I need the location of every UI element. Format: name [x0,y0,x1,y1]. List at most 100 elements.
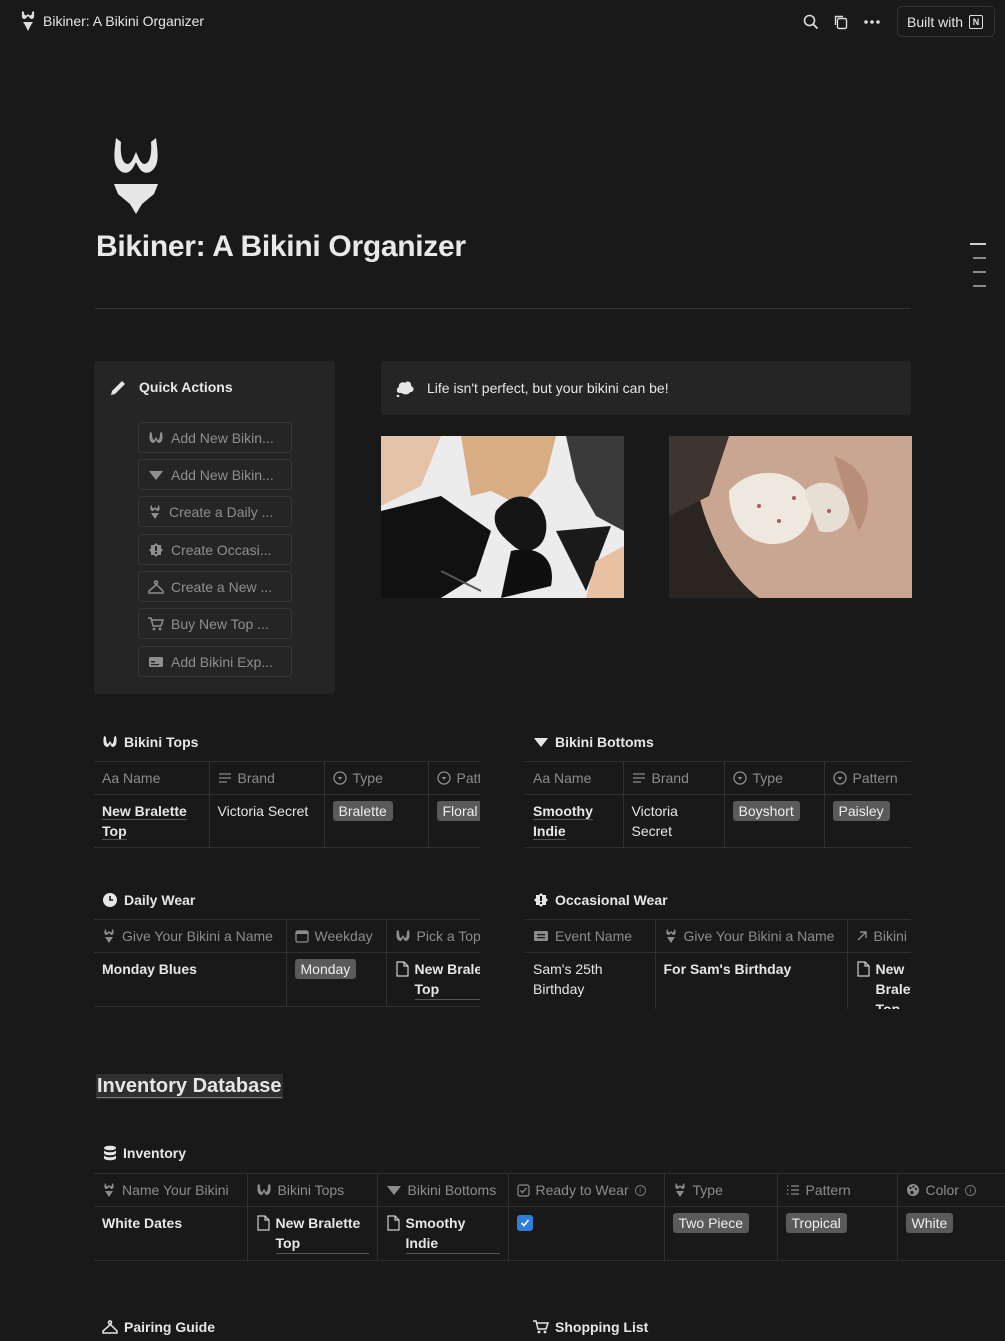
column-header-tops[interactable]: Bikini Tops [246,1173,377,1207]
column-header-brand[interactable]: Brand [622,761,724,795]
row-name[interactable]: White Dates [94,1206,247,1261]
cart-icon [533,1320,549,1334]
row-name[interactable]: Smoothy Indie [533,803,593,840]
bikini-tops-title[interactable]: Bikini Tops [102,734,198,750]
column-header-pattern[interactable]: Pattern [776,1173,897,1207]
column-header-type[interactable]: Type [663,1173,777,1207]
text-lines-icon [218,773,231,783]
toc-marker-3[interactable] [973,271,986,273]
related-bottom[interactable]: Smoothy Indie [405,1213,500,1254]
row-name[interactable]: New Bralette Top [102,803,187,840]
column-header-pattern[interactable]: Pattern [823,761,911,795]
column-header-type[interactable]: Type [323,761,428,795]
add-new-bikini-top-button[interactable]: Add New Bikin... [138,422,292,453]
row-brand[interactable]: Victoria Secret [622,794,724,848]
occasional-wear-table: Event Name Give Your Bikini a Name Bikin… [525,919,911,1009]
column-header-name[interactable]: Give Your Bikini a Name [94,919,286,953]
add-bikini-expense-button[interactable]: Add Bikini Exp... [138,646,292,677]
column-header-color[interactable]: Color i [896,1173,1005,1207]
clock-icon [103,893,117,907]
floral-bra-image [669,436,912,598]
inventory-title[interactable]: Inventory [103,1145,186,1161]
column-header-bottoms[interactable]: Bikini Bottoms [376,1173,508,1207]
toc-marker-1[interactable] [970,243,986,245]
column-header-event[interactable]: Event Name [525,919,655,953]
occasional-wear-title[interactable]: Occasional Wear [533,892,668,908]
toc-marker-4[interactable] [973,285,986,287]
bikini-set-icon [665,929,676,943]
calendar-icon [294,930,309,943]
database-icon [104,1145,116,1161]
column-header-name[interactable]: Give Your Bikini a Name [654,919,847,953]
toc-marker-2[interactable] [973,257,986,259]
info-icon[interactable]: i [634,1184,646,1196]
table-row[interactable]: Sam's 25th Birthday For Sam's Birthday N… [525,952,912,1009]
page-icon [386,1215,400,1231]
column-header-pick-top[interactable]: Pick a Top [385,919,480,953]
column-header-bikini[interactable]: Bikini [846,919,911,953]
table-row[interactable]: New Bralette Top Victoria Secret Bralett… [94,794,480,848]
inventory-database-heading[interactable]: Inventory Database [96,1074,283,1099]
more-icon[interactable] [861,11,883,33]
built-with-button[interactable]: Built with N [897,6,995,37]
create-new-pairing-button[interactable]: Create a New ... [138,571,292,602]
bikini-set-icon [114,138,158,214]
column-header-name[interactable]: Name Your Bikini [94,1173,247,1207]
pencil-icon [111,381,125,395]
column-header-pattern[interactable]: Pattern [427,761,480,795]
section-title: Inventory [123,1145,187,1161]
quote-callout: Life isn't perfect, but your bikini can … [381,361,911,415]
type-tag: Two Piece [672,1213,750,1233]
column-header-type[interactable]: Type [723,761,824,795]
section-title: Shopping List [555,1319,649,1335]
pairing-guide-title[interactable]: Pairing Guide [102,1319,215,1335]
section-title: Daily Wear [124,892,196,908]
pattern-tag: Paisley [832,801,890,821]
table-row[interactable]: Smoothy Indie Victoria Secret Boyshort P… [525,794,911,848]
type-tag: Bralette [332,801,393,821]
related-top[interactable]: New Bralette Top [275,1213,369,1254]
column-header-ready[interactable]: Ready to Wear i [507,1173,664,1207]
related-bikini[interactable]: New Bralette Top [876,959,912,1009]
duplicate-icon[interactable] [830,11,852,33]
search-icon[interactable] [800,11,822,33]
column-header-weekday[interactable]: Weekday [285,919,386,953]
bikini-set-icon [104,929,114,943]
row-brand[interactable]: Victoria Secret [208,794,324,848]
add-new-bikini-bottom-button[interactable]: Add New Bikin... [138,459,292,490]
bikini-bottom-icon [386,1186,401,1195]
table-row[interactable]: Monday Blues Monday New Bralette Top [94,952,480,1007]
bikini-bottom-icon [149,470,163,480]
bikini-bottoms-title[interactable]: Bikini Bottoms [533,734,654,750]
related-top[interactable]: New Bralette Top [414,959,480,1000]
column-header-name[interactable]: Aa Name [525,761,623,795]
row-name[interactable]: For Sam's Birthday [654,952,847,1009]
row-event[interactable]: Sam's 25th Birthday [525,952,655,1009]
info-icon[interactable]: i [964,1184,976,1196]
column-header-name[interactable]: Aa Name [94,761,209,795]
create-occasional-wear-button[interactable]: Create Occasi... [138,534,292,565]
bikini-top-icon [149,431,163,443]
daily-wear-title[interactable]: Daily Wear [102,892,195,908]
badge-icon [534,893,548,907]
bikini-top-icon [256,1184,271,1195]
weekday-tag: Monday [294,959,357,979]
list-icon [786,1185,799,1195]
pattern-tag: Floral [436,801,480,821]
create-daily-wear-button[interactable]: Create a Daily ... [138,496,292,527]
row-name[interactable]: Monday Blues [94,952,286,1007]
ready-checkbox[interactable] [516,1215,533,1231]
type-tag: Boyshort [732,801,800,821]
bikini-top-icon [103,736,117,747]
relation-arrow-icon [857,931,867,941]
top-bar: Bikiner: A Bikini Organizer Built with N [0,0,1005,44]
bikini-set-icon [104,1183,114,1197]
shopping-list-title[interactable]: Shopping List [533,1319,648,1335]
table-row[interactable]: White Dates New Bralette Top Smoothy Ind… [94,1206,1005,1261]
select-icon [332,771,347,785]
select-icon [832,771,847,785]
buy-new-top-button[interactable]: Buy New Top ... [138,608,292,639]
column-header-brand[interactable]: Brand [208,761,324,795]
select-icon [732,771,747,785]
quick-actions-panel [94,361,335,694]
